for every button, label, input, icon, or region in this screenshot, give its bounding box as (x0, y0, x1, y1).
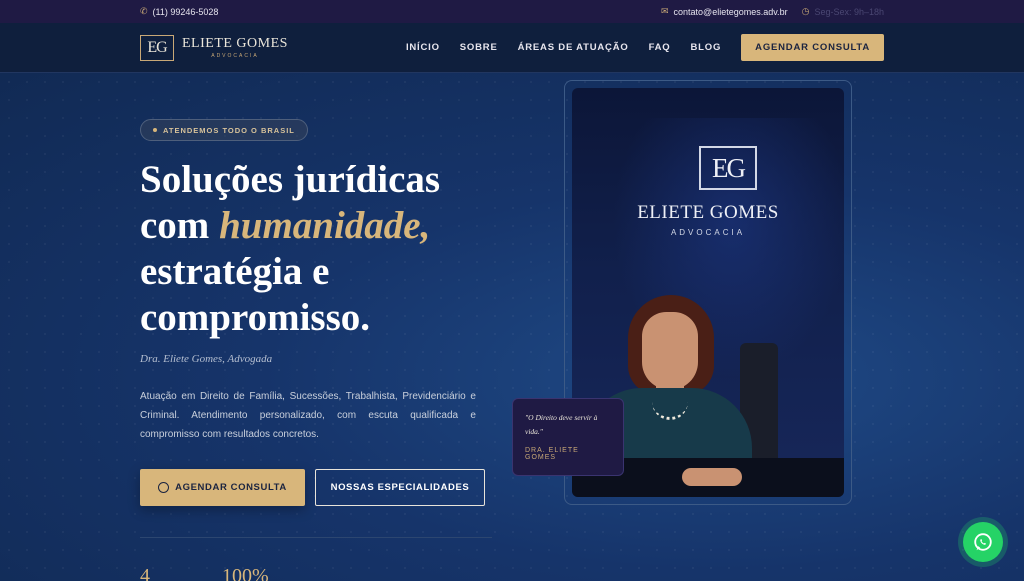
phone-text: (11) 99246-5028 (152, 6, 219, 17)
whatsapp-icon (158, 482, 170, 493)
phone-icon: ✆ (140, 6, 148, 16)
badge-text: ATENDEMOS TODO O BRASIL (163, 125, 295, 135)
nav-link-areas[interactable]: ÁREAS DE ATUAÇÃO (518, 42, 629, 53)
nav-link-inicio[interactable]: INÍCIO (406, 42, 440, 53)
schedule-consultation-button[interactable]: AGENDAR CONSULTA (140, 469, 305, 506)
schedule-button-label: AGENDAR CONSULTA (175, 482, 287, 493)
hero-section: ATENDEMOS TODO O BRASIL Soluções jurídic… (0, 73, 1024, 581)
author-signature: Dra. Eliete Gomes, Advogada (140, 353, 273, 365)
coverage-badge: ATENDEMOS TODO O BRASIL (140, 119, 308, 141)
whatsapp-icon (974, 533, 992, 551)
nav-schedule-button[interactable]: AGENDAR CONSULTA (741, 34, 884, 61)
quote-author: DRA. ELIETE GOMES (525, 447, 579, 461)
badge-dot-icon (153, 128, 157, 132)
email-text: contato@elietegomes.adv.br (673, 6, 788, 17)
nav-link-sobre[interactable]: SOBRE (460, 42, 498, 53)
photo-logo-mark: EG (699, 146, 757, 190)
quote-card: "O Direito deve servir à vida." DRA. ELI… (512, 398, 624, 476)
photo-logo-name: ELIETE GOMES (637, 202, 779, 223)
phone-contact[interactable]: ✆ (11) 99246-5028 (140, 6, 218, 17)
main-navbar: EG ELIETE GOMES ADVOCACIA INÍCIO SOBRE Á… (0, 23, 1024, 73)
person-face (642, 312, 698, 390)
top-contact-bar: ✆ (11) 99246-5028 ✉ contato@elietegomes.… (0, 0, 1024, 23)
hero-headline: Soluções jurídicas com humanidade, estra… (140, 157, 500, 341)
email-contact[interactable]: ✉ contato@elietegomes.adv.br (661, 6, 788, 17)
whatsapp-float-button[interactable] (963, 522, 1003, 562)
logo-subtitle: ADVOCACIA (211, 53, 259, 59)
logo-mark: EG (140, 34, 174, 61)
specialties-button[interactable]: NOSSAS ESPECIALIDADES (315, 469, 485, 506)
stats-divider (140, 537, 492, 538)
stats-row: 4 100% (140, 565, 269, 581)
stat-value-1: 4 (140, 565, 150, 581)
logo-name: ELIETE GOMES (182, 36, 288, 51)
headline-line-1: Soluções jurídicas (140, 158, 441, 201)
headline-line-3: estratégia e (140, 250, 330, 294)
headline-line-4: compromisso. (140, 296, 371, 340)
nav-link-blog[interactable]: BLOG (691, 42, 722, 53)
nav-link-faq[interactable]: FAQ (649, 42, 671, 53)
photo-logo-subtitle: ADVOCACIA (670, 228, 746, 237)
hours-info: ◷ Seg-Sex: 9h–18h (802, 6, 884, 17)
mail-icon: ✉ (660, 6, 669, 16)
clock-icon: ◷ (801, 6, 810, 16)
quote-text: "O Direito deve servir à vida." (525, 413, 598, 436)
stat-value-2: 100% (222, 565, 269, 581)
headline-accent: humanidade, (219, 204, 431, 248)
hero-description: Atuação em Direito de Família, Sucessões… (140, 391, 476, 440)
person-hands (682, 468, 742, 486)
hours-text: Seg-Sex: 9h–18h (814, 6, 884, 17)
site-logo[interactable]: EG ELIETE GOMES ADVOCACIA (140, 34, 288, 61)
headline-line-2a: com (140, 204, 220, 248)
